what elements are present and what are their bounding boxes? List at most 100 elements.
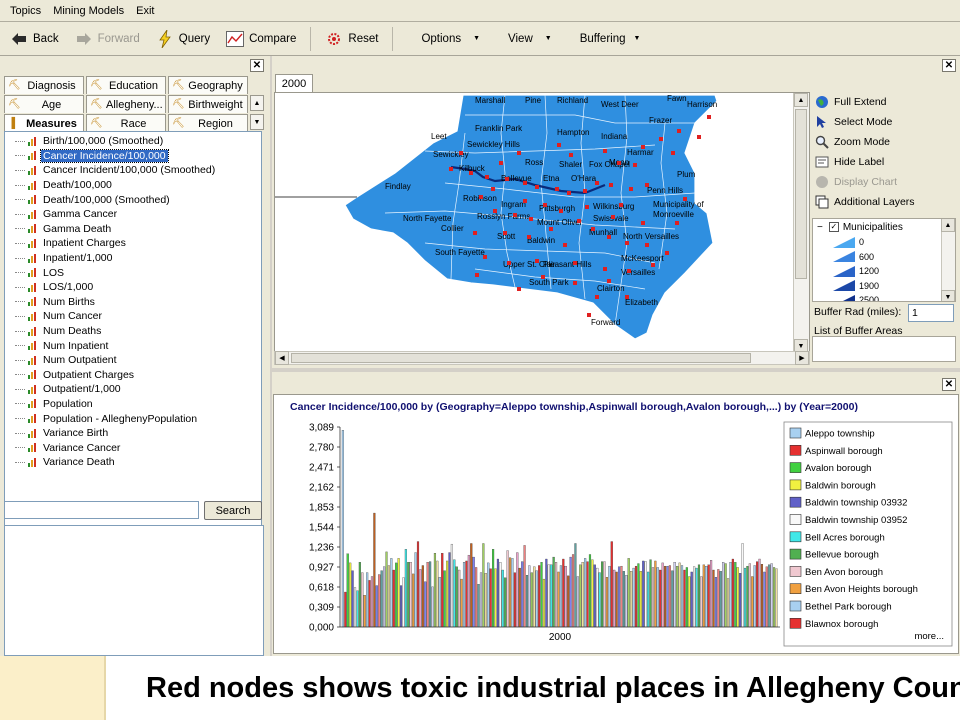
measure-item[interactable]: Cancer Incidence/100,000 (5, 148, 261, 164)
full-extend-button[interactable]: Full Extend (812, 92, 958, 112)
chart-bar (467, 554, 470, 628)
scroll-up-icon[interactable]: ▲ (794, 93, 808, 107)
tab-race[interactable]: ⛏ Race (86, 114, 166, 132)
measure-icon (28, 180, 37, 190)
measure-item[interactable]: Gamma Cancer (5, 207, 261, 222)
measure-item[interactable]: Birth/100,000 (Smoothed) (5, 134, 261, 149)
chart-bar (581, 562, 584, 628)
chart-bar (458, 569, 461, 628)
legend-label: Avalon borough (805, 463, 871, 474)
buffer-rad-input[interactable]: 1 (908, 304, 954, 322)
menu-mining-models[interactable]: Mining Models (47, 5, 130, 17)
measure-item[interactable]: Outpatient/1,000 (5, 382, 261, 397)
query-button[interactable]: Query (148, 26, 218, 52)
measure-label: Variance Birth (43, 427, 109, 440)
left-panel: ✕ ⛏ Diagnosis ⛏ Education ⛏ Geography ⛏ Age … (0, 56, 270, 656)
forward-button[interactable]: Forward (67, 26, 148, 52)
back-button[interactable]: Back (2, 26, 67, 52)
scroll-thumb[interactable] (291, 353, 751, 363)
measure-item[interactable]: LOS (5, 265, 261, 280)
reset-gear-icon (325, 30, 343, 48)
county-map[interactable]: Marshall Pine Richland West Deer FawnHarriso… (275, 93, 795, 353)
chart-bar (736, 567, 739, 628)
tab-allegheny[interactable]: ⛏ Allegheny... (86, 95, 166, 113)
scroll-up-icon[interactable]: ▲ (941, 219, 955, 232)
toxic-site-dot (603, 149, 607, 153)
scroll-thumb[interactable] (795, 109, 807, 279)
measure-item[interactable]: Num Outpatient (5, 353, 261, 368)
tab-scroll-down[interactable]: ▼ (250, 114, 264, 130)
view-dropdown[interactable]: View ▼ (494, 33, 566, 45)
additional-layers-button[interactable]: Additional Layers (812, 192, 958, 212)
measure-item[interactable]: Gamma Death (5, 222, 261, 237)
options-dropdown[interactable]: Options ▼ (399, 33, 494, 45)
chart-bar (768, 564, 771, 628)
reset-button[interactable]: Reset (317, 26, 386, 52)
tab-region[interactable]: ⛏ Region (168, 114, 248, 132)
legend-scrollbar[interactable]: ▲ ▼ (941, 219, 955, 301)
close-icon[interactable]: ✕ (942, 59, 956, 72)
measure-item[interactable]: Num Deaths (5, 324, 261, 339)
chart-bar (361, 572, 364, 628)
tab-diagnosis[interactable]: ⛏ Diagnosis (4, 76, 84, 94)
menu-exit[interactable]: Exit (130, 5, 160, 17)
tab-age[interactable]: ⛏ Age (4, 95, 84, 113)
search-button[interactable]: Search (204, 501, 262, 520)
search-input[interactable] (4, 501, 199, 519)
measure-icon (28, 195, 37, 205)
tab-birthweight[interactable]: ⛏ Birthweight (168, 95, 248, 113)
legend-swatch (833, 251, 855, 263)
y-tick-label: 0,927 (309, 563, 334, 574)
measure-item[interactable]: Variance Death (5, 455, 261, 470)
measure-item[interactable]: LOS/1,000 (5, 280, 261, 295)
map-vertical-scrollbar[interactable]: ▲ ▼ (793, 93, 809, 353)
toxic-site-dot (491, 187, 495, 191)
chart-bar (659, 569, 662, 628)
measure-item[interactable]: Num Inpatient (5, 338, 261, 353)
measure-item[interactable]: Variance Birth (5, 426, 261, 441)
toxic-site-dot (517, 287, 521, 291)
zoom-mode-button[interactable]: Zoom Mode (812, 132, 958, 152)
tree-line (15, 169, 25, 171)
close-icon[interactable]: ✕ (942, 378, 956, 391)
menu-topics[interactable]: Topics (4, 5, 47, 17)
measure-item[interactable]: Inpatient/1,000 (5, 251, 261, 266)
legend-more-link[interactable]: more... (914, 631, 944, 642)
close-icon[interactable]: ✕ (250, 59, 264, 72)
dimension-icon: ⛏ (90, 80, 103, 91)
chart-bar (421, 565, 424, 628)
measure-item[interactable]: Outpatient Charges (5, 368, 261, 383)
tab-measures[interactable]: ▐ Measures (4, 114, 84, 132)
measure-item[interactable]: Inpatient Charges (5, 236, 261, 251)
measure-item[interactable]: Population - AlleghenyPopulation (5, 411, 261, 426)
layers-icon (814, 194, 830, 210)
display-chart-button[interactable]: Display Chart (812, 172, 958, 192)
collapse-icon[interactable]: − (817, 222, 823, 233)
toxic-site-dot (573, 281, 577, 285)
measure-item[interactable]: Population (5, 397, 261, 412)
compare-button[interactable]: Compare (218, 26, 304, 52)
map-horizontal-scrollbar[interactable]: ◀ ▶ (274, 351, 810, 365)
buffering-dropdown[interactable]: Buffering ▼ (566, 33, 655, 45)
scroll-down-icon[interactable]: ▼ (941, 290, 955, 301)
measure-item[interactable]: Death/100,000 (5, 178, 261, 193)
chart-bar (598, 572, 601, 628)
tab-scroll-up[interactable]: ▲ (250, 95, 264, 111)
measure-item[interactable]: Death/100,000 (Smoothed) (5, 192, 261, 207)
map-view[interactable]: Marshall Pine Richland West Deer Fawn Harriso… (274, 92, 810, 354)
measure-item[interactable]: Cancer Incident/100,000 (Smoothed) (5, 163, 261, 178)
measure-item[interactable]: Variance Cancer (5, 440, 261, 455)
scroll-right-icon[interactable]: ▶ (795, 351, 809, 365)
hide-label-button[interactable]: Hide Label (812, 152, 958, 172)
buffer-list[interactable] (812, 336, 956, 362)
tab-geography[interactable]: ⛏ Geography (168, 76, 248, 94)
toxic-site-dot (671, 151, 675, 155)
select-mode-button[interactable]: Select Mode (812, 112, 958, 132)
layer-checkbox[interactable]: ✓ (828, 222, 839, 232)
measure-item[interactable]: Num Births (5, 295, 261, 310)
measure-item[interactable]: Num Cancer (5, 309, 261, 324)
scroll-left-icon[interactable]: ◀ (275, 351, 289, 365)
chart-bar (399, 585, 403, 628)
tab-year[interactable]: 2000 (275, 74, 313, 92)
tab-education[interactable]: ⛏ Education (86, 76, 166, 94)
